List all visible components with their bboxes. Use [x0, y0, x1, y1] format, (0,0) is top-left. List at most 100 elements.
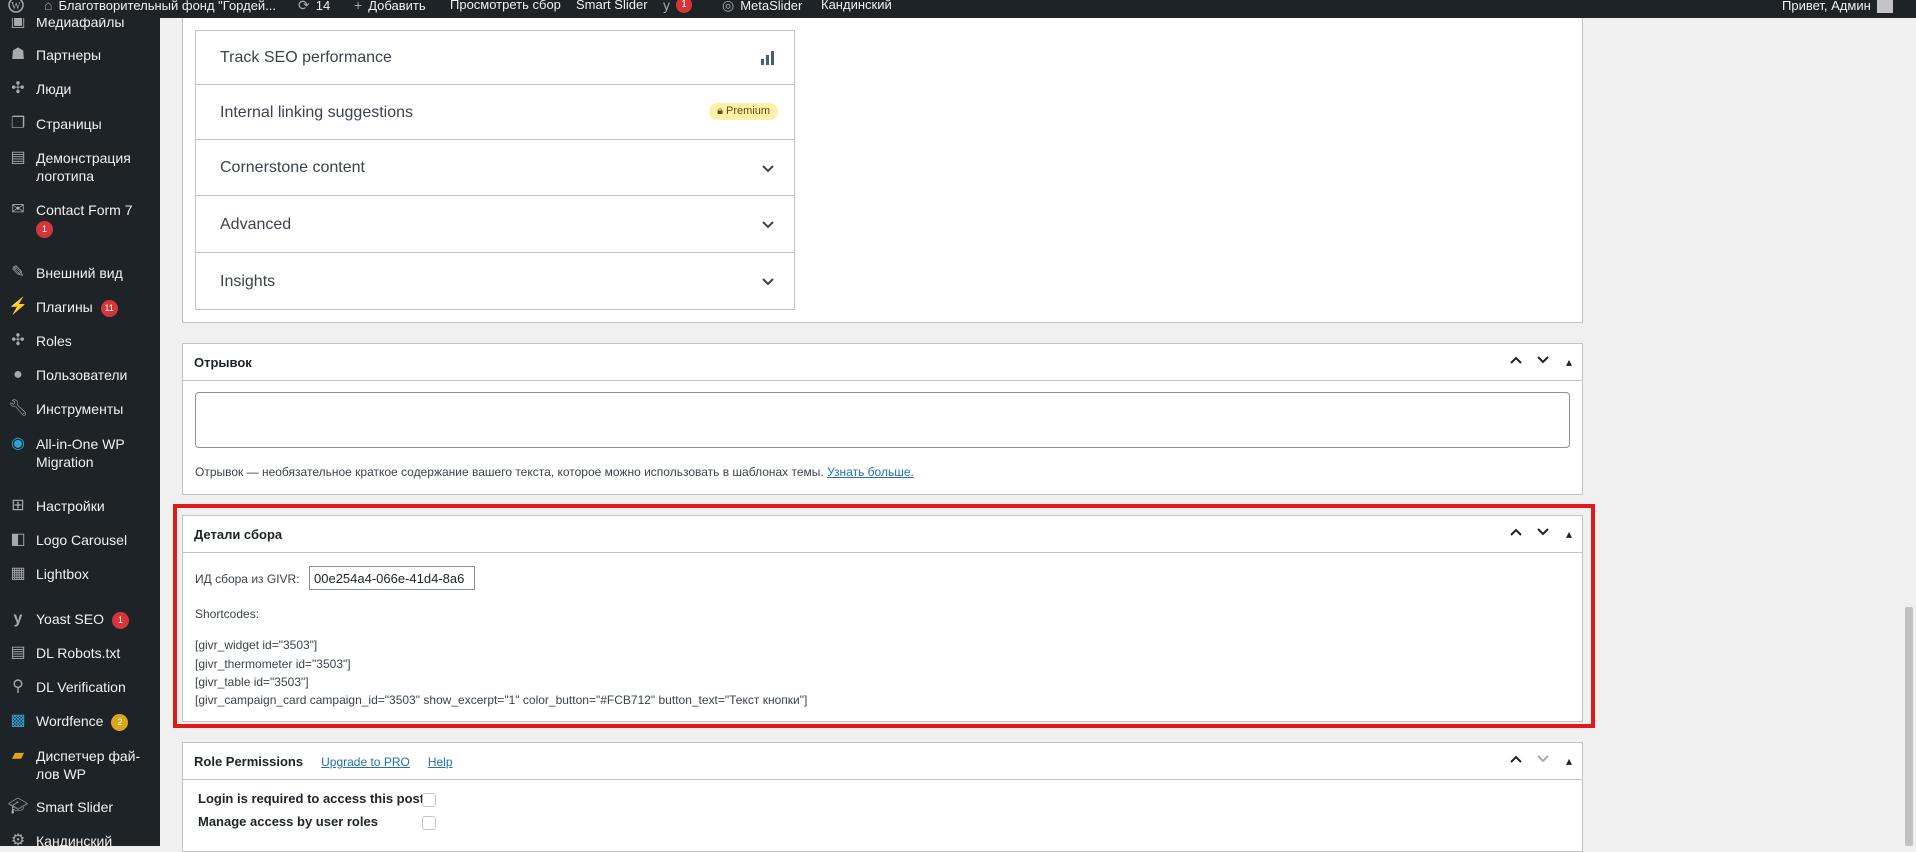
sidebar-item-label: Внешний вид — [36, 265, 123, 281]
excerpt-help: Отрывок — необязательное краткое содержа… — [195, 465, 914, 479]
move-up-icon[interactable] — [1505, 351, 1527, 373]
yoast-badge: 1 — [111, 611, 129, 629]
sidebar-item-label: Кандинский — [36, 833, 113, 846]
media-icon: ▣ — [10, 18, 26, 30]
learn-more-link[interactable]: Узнать больше. — [827, 465, 914, 479]
smart-slider-icon: 🎓︎ — [8, 798, 29, 815]
toggle-panel-icon[interactable]: ▴ — [1558, 750, 1580, 772]
wordpress-logo-icon[interactable]: W — [8, 0, 24, 13]
kandinsky-link[interactable]: Кандинский — [821, 0, 892, 12]
shortcode-line: [givr_widget id="3503"] — [195, 638, 318, 652]
postbox-header: Отрывок ▴ — [183, 344, 1582, 381]
move-down-icon[interactable] — [1532, 750, 1554, 772]
sidebar-item-label: Плагины — [36, 299, 93, 315]
migration-icon: ◉ — [11, 435, 25, 452]
help-link[interactable]: Help — [428, 755, 453, 769]
excerpt-textarea[interactable] — [195, 392, 1570, 448]
shortcodes-label: Shortcodes: — [195, 607, 260, 621]
roles-icon: ✣ — [11, 332, 25, 349]
site-name: Благотворительный фонд "Гордей... — [58, 0, 277, 13]
postbox-title: Детали сбора — [194, 527, 283, 542]
move-down-icon[interactable] — [1532, 523, 1554, 545]
sidebar-item-label: Roles — [36, 333, 72, 349]
postbox-header: Детали сбора ▴ — [183, 516, 1582, 553]
account-link[interactable]: Привет, Админ — [1782, 0, 1893, 13]
seo-track-performance[interactable]: Track SEO performance — [195, 30, 795, 85]
mail-icon: ✉ — [11, 201, 25, 218]
svg-text:W: W — [11, 1, 21, 12]
plugins-badge: 11 — [100, 299, 118, 317]
plus-icon: + — [354, 0, 363, 13]
view-link[interactable]: Просмотреть сбор — [450, 0, 561, 12]
sidebar-item-label: Logo Carousel — [36, 532, 128, 548]
updates-link[interactable]: ⟳ 14 — [298, 0, 330, 14]
yoast-admin-link[interactable]: y 1 — [663, 0, 692, 13]
file-manager-icon: ▰ — [11, 747, 25, 764]
plugins-icon: ⚡ — [8, 298, 28, 315]
sidebar-item-label: Smart Slider — [36, 799, 114, 815]
sidebar-item-label: Настройки — [36, 498, 105, 514]
updates-count: 14 — [315, 0, 331, 13]
avatar — [1876, 0, 1893, 13]
yoast-icon: y — [663, 0, 670, 13]
appearance-icon: ✎ — [11, 264, 25, 281]
sidebar-item-label: All-in-One WP Migration — [36, 436, 125, 470]
page-scrollbar[interactable] — [1905, 607, 1913, 846]
admin-bar: W ⌂ Благотворительный фонд "Гордей... ⟳ … — [0, 0, 1916, 18]
premium-label: Premium — [725, 105, 770, 117]
lightbox-icon: ▦ — [10, 565, 26, 582]
toggle-panel-icon[interactable]: ▴ — [1558, 523, 1580, 545]
site-name-link[interactable]: ⌂ Благотворительный фонд "Гордей... — [44, 0, 276, 13]
move-up-icon[interactable] — [1505, 523, 1527, 545]
sidebar-item-label: Люди — [36, 81, 72, 97]
people-icon: ✣ — [11, 80, 25, 97]
chevron-down-icon — [762, 221, 774, 229]
premium-badge: 🔒︎ Premium — [709, 103, 778, 120]
excerpt-help-text: Отрывок — необязательное краткое содержа… — [195, 465, 824, 479]
sidebar-item-label: Wordfence — [36, 713, 104, 729]
shortcode-line: [givr_campaign_card campaign_id="3503" s… — [195, 693, 808, 707]
metaslider-link[interactable]: ◎ MetaSlider — [722, 0, 802, 14]
postbox-title: Отрывок — [194, 355, 252, 370]
seo-item-label: Advanced — [220, 216, 292, 233]
wordfence-badge: 2 — [111, 713, 129, 731]
pages-icon: ❐ — [10, 115, 26, 132]
admin-sidebar: ▣ Медиафайлы ☗ Партнеры ✣ Люди ❐ Страниц… — [0, 18, 160, 846]
postbox-title: Role Permissions — [194, 754, 304, 769]
sidebar-item-label: Демонстрация логотипа — [36, 150, 131, 184]
login-required-checkbox[interactable] — [422, 793, 436, 807]
kandinsky-icon: ⚙ — [10, 832, 26, 846]
add-new-link[interactable]: + Добавить — [354, 0, 426, 13]
logo-demo-icon: ▤ — [10, 149, 26, 166]
seo-cornerstone[interactable]: Cornerstone content — [195, 139, 795, 196]
verification-icon: ⚲ — [12, 678, 24, 695]
move-up-icon[interactable] — [1505, 750, 1527, 772]
carousel-icon: ◧ — [10, 531, 26, 548]
sidebar-item-label: Yoast SEO — [36, 611, 104, 627]
lock-icon: 🔒︎ — [717, 105, 723, 117]
updates-icon: ⟳ — [298, 0, 310, 13]
metaslider-icon: ◎ — [722, 0, 735, 13]
postbox-header: Role Permissions Upgrade to PRO Help ▴ — [183, 743, 1582, 780]
sidebar-item-label: DL Robots.txt — [36, 645, 121, 661]
sidebar-item-label: Contact Form 7 — [36, 202, 133, 218]
sidebar-item-label: DL Verification — [36, 679, 126, 695]
move-down-icon[interactable] — [1532, 351, 1554, 373]
sidebar-item-label: Диспетчер фай- лов WP — [36, 748, 141, 782]
givr-id-input[interactable] — [309, 566, 475, 590]
smart-slider-link[interactable]: Smart Slider — [576, 0, 648, 12]
manage-access-checkbox[interactable] — [422, 816, 436, 830]
givr-id-label: ИД сбора из GIVR: — [195, 572, 300, 586]
seo-insights[interactable]: Insights — [195, 252, 795, 310]
login-required-label: Login is required to access this post — [198, 791, 425, 806]
upgrade-pro-link[interactable]: Upgrade to PRO — [321, 755, 410, 769]
bar-chart-icon — [761, 51, 774, 65]
tools-icon: 🔧︎ — [8, 400, 29, 417]
add-new-label: Добавить — [368, 0, 426, 13]
seo-internal-linking[interactable]: Internal linking suggestions 🔒︎ Premium — [195, 84, 795, 140]
yoast-badge: 1 — [676, 0, 692, 13]
seo-advanced[interactable]: Advanced — [195, 195, 795, 253]
toggle-panel-icon[interactable]: ▴ — [1558, 351, 1580, 373]
contact-form-badge: 1 — [36, 220, 53, 238]
sidebar-item-label: Партнеры — [36, 47, 102, 63]
